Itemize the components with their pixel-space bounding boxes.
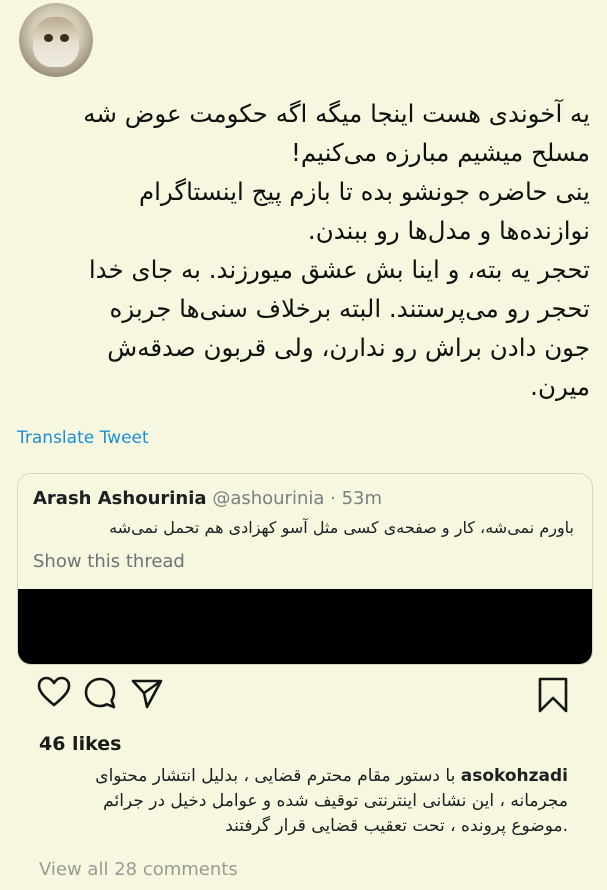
tweet-line: نوازنده‌ها و مدل‌ها رو ببندن. — [307, 216, 590, 245]
caption-line-1: asokohzadi با دستور مقام محترم قضایی ، ب… — [38, 764, 568, 789]
cat-eye-right — [60, 34, 69, 42]
tweet-line: یه آخوندی هست اینجا میگه اگه حکومت عوض ش… — [83, 99, 590, 128]
caption-username[interactable]: asokohzadi — [461, 766, 568, 786]
quoted-author-handle[interactable]: @ashourinia — [212, 488, 324, 509]
bookmark-icon[interactable] — [536, 676, 570, 718]
instagram-caption: asokohzadi با دستور مقام محترم قضایی ، ب… — [38, 764, 568, 839]
likes-count[interactable]: 46 likes — [39, 733, 121, 755]
quoted-tweet-card[interactable]: Arash Ashourinia @ashourinia · 53m باورم… — [17, 473, 593, 665]
show-thread-link[interactable]: Show this thread — [33, 551, 185, 572]
tweet-line: تحجر یه بته، و اینا بش عشق میورزند. به ج… — [88, 255, 590, 284]
quoted-tweet-header: Arash Ashourinia @ashourinia · 53m — [33, 488, 382, 509]
dot-separator: · — [330, 488, 342, 509]
quoted-author-name[interactable]: Arash Ashourinia — [33, 488, 207, 509]
tweet-text: یه آخوندی هست اینجا میگه اگه حکومت عوض ش… — [20, 94, 590, 406]
view-all-comments-link[interactable]: View all 28 comments — [39, 859, 238, 880]
tweet-line: ینی حاضره جونشو بده تا بازم پیج اینستاگر… — [138, 177, 590, 206]
quoted-tweet-text: باورم نمی‌شه، کار و صفحه‌ی کسی مثل آسو ک… — [109, 518, 574, 537]
comment-icon[interactable] — [83, 676, 117, 714]
cat-eye-left — [44, 34, 53, 42]
send-icon[interactable] — [130, 676, 164, 714]
tweet-line: جون دادن براش رو ندارن، ولی قربون صدقه‌ش — [107, 333, 590, 362]
cat-face — [33, 17, 79, 67]
quoted-timestamp: 53m — [341, 488, 383, 509]
profile-avatar[interactable] — [19, 3, 93, 77]
translate-tweet-link[interactable]: Translate Tweet — [17, 428, 149, 448]
tweet-line: مسلح میشیم مبارزه می‌کنیم! — [291, 138, 590, 167]
quoted-media-image[interactable] — [18, 589, 592, 664]
caption-line-3: .موضوع پرونده ، تحت تعقیب قضایی قرار گرف… — [225, 816, 568, 836]
heart-icon[interactable] — [37, 676, 71, 712]
caption-text: با دستور مقام محترم قضایی ، بدلیل انتشار… — [95, 766, 456, 786]
instagram-action-bar — [37, 676, 577, 716]
tweet-line: تحجر رو می‌پرستند. البته برخلاف سنی‌ها ج… — [109, 294, 590, 323]
caption-line-2: مجرمانه ، این نشانی اینترنتی توقیف شده و… — [103, 791, 568, 811]
tweet-line: میرن. — [530, 372, 590, 401]
